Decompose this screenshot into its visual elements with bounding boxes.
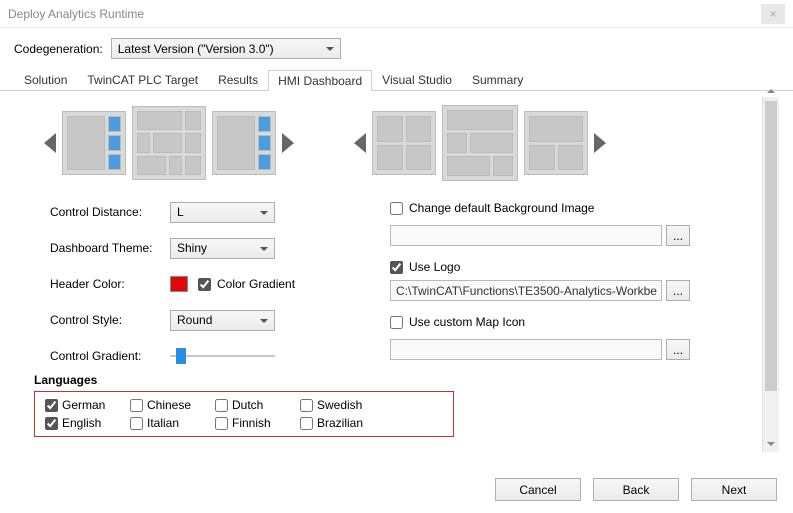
layout-carousel-right [354, 105, 606, 181]
bg-image-path[interactable] [390, 225, 662, 246]
language-label: Chinese [147, 398, 191, 412]
control-distance-value: L [177, 205, 184, 219]
language-checkbox-english[interactable]: English [45, 416, 130, 430]
tab-visual-studio[interactable]: Visual Studio [372, 69, 462, 90]
language-label: Dutch [232, 398, 263, 412]
logo-browse-button[interactable]: ... [666, 280, 690, 301]
map-icon-text: Use custom Map Icon [409, 315, 525, 329]
language-input[interactable] [130, 399, 143, 412]
control-gradient-slider[interactable] [170, 346, 275, 366]
tab-hmi-dashboard[interactable]: HMI Dashboard [268, 70, 372, 91]
map-icon-path[interactable] [390, 339, 662, 360]
carousel-next-icon[interactable] [282, 133, 294, 153]
template-thumb[interactable] [372, 111, 436, 175]
control-distance-label: Control Distance: [50, 205, 160, 219]
languages-title: Languages [34, 373, 742, 387]
control-distance-select[interactable]: L [170, 202, 275, 223]
tab-results[interactable]: Results [208, 69, 268, 90]
next-button[interactable]: Next [691, 478, 777, 501]
use-logo-checkbox[interactable]: Use Logo [390, 260, 690, 274]
window-title: Deploy Analytics Runtime [8, 7, 144, 21]
map-icon-browse-button[interactable]: ... [666, 339, 690, 360]
language-checkbox-german[interactable]: German [45, 398, 130, 412]
slider-thumb[interactable] [176, 348, 186, 364]
dashboard-theme-label: Dashboard Theme: [50, 241, 160, 255]
use-logo-text: Use Logo [409, 260, 460, 274]
language-input[interactable] [215, 417, 228, 430]
language-input[interactable] [130, 417, 143, 430]
tab-plc-target[interactable]: TwinCAT PLC Target [77, 69, 208, 90]
language-label: Swedish [317, 398, 362, 412]
scroll-up-icon[interactable] [763, 82, 779, 99]
change-bg-text: Change default Background Image [409, 201, 594, 215]
language-label: Finnish [232, 416, 271, 430]
control-style-label: Control Style: [50, 313, 160, 327]
language-label: German [62, 398, 105, 412]
close-icon: × [769, 7, 776, 21]
tab-bar: Solution TwinCAT PLC Target Results HMI … [0, 69, 793, 91]
codegen-label: Codegeneration: [14, 42, 103, 56]
color-gradient-input[interactable] [198, 278, 211, 291]
language-label: English [62, 416, 101, 430]
use-logo-input[interactable] [390, 261, 403, 274]
change-bg-checkbox[interactable]: Change default Background Image [390, 201, 690, 215]
language-checkbox-italian[interactable]: Italian [130, 416, 215, 430]
logo-path[interactable]: C:\TwinCAT\Functions\TE3500-Analytics-Wo… [390, 280, 662, 301]
vertical-scrollbar[interactable] [762, 97, 779, 452]
carousel-next-icon[interactable] [594, 133, 606, 153]
control-gradient-label: Control Gradient: [50, 349, 160, 363]
template-thumb[interactable] [442, 105, 518, 181]
tab-summary[interactable]: Summary [462, 69, 533, 90]
control-style-value: Round [177, 313, 212, 327]
control-style-select[interactable]: Round [170, 310, 275, 331]
codegen-value: Latest Version ("Version 3.0") [118, 42, 274, 56]
template-thumb[interactable] [132, 106, 206, 180]
header-color-label: Header Color: [50, 277, 160, 291]
header-color-swatch[interactable] [170, 276, 188, 292]
language-checkbox-brazilian[interactable]: Brazilian [300, 416, 385, 430]
carousel-prev-icon[interactable] [44, 133, 56, 153]
layout-carousel-left [44, 105, 294, 181]
carousel-prev-icon[interactable] [354, 133, 366, 153]
color-gradient-text: Color Gradient [217, 277, 295, 291]
language-checkbox-dutch[interactable]: Dutch [215, 398, 300, 412]
scrollbar-thumb[interactable] [765, 101, 777, 391]
languages-box: German Chinese Dutch Swedish English Italian F… [34, 391, 454, 437]
template-thumb[interactable] [524, 111, 588, 175]
change-bg-input[interactable] [390, 202, 403, 215]
language-checkbox-finnish[interactable]: Finnish [215, 416, 300, 430]
map-icon-input[interactable] [390, 316, 403, 329]
language-input[interactable] [300, 417, 313, 430]
codegen-select[interactable]: Latest Version ("Version 3.0") [111, 38, 341, 59]
map-icon-checkbox[interactable]: Use custom Map Icon [390, 315, 690, 329]
close-button[interactable]: × [761, 4, 785, 24]
cancel-button[interactable]: Cancel [495, 478, 581, 501]
language-checkbox-swedish[interactable]: Swedish [300, 398, 385, 412]
language-checkbox-chinese[interactable]: Chinese [130, 398, 215, 412]
language-input[interactable] [45, 417, 58, 430]
dashboard-theme-select[interactable]: Shiny [170, 238, 275, 259]
template-thumb[interactable] [62, 111, 126, 175]
language-label: Italian [147, 416, 179, 430]
tab-solution[interactable]: Solution [14, 69, 77, 90]
language-label: Brazilian [317, 416, 363, 430]
language-input[interactable] [215, 399, 228, 412]
color-gradient-checkbox[interactable]: Color Gradient [198, 277, 295, 291]
scroll-down-icon[interactable] [763, 435, 779, 452]
language-input[interactable] [300, 399, 313, 412]
template-thumb[interactable] [212, 111, 276, 175]
dashboard-theme-value: Shiny [177, 241, 207, 255]
bg-image-browse-button[interactable]: ... [666, 225, 690, 246]
back-button[interactable]: Back [593, 478, 679, 501]
language-input[interactable] [45, 399, 58, 412]
